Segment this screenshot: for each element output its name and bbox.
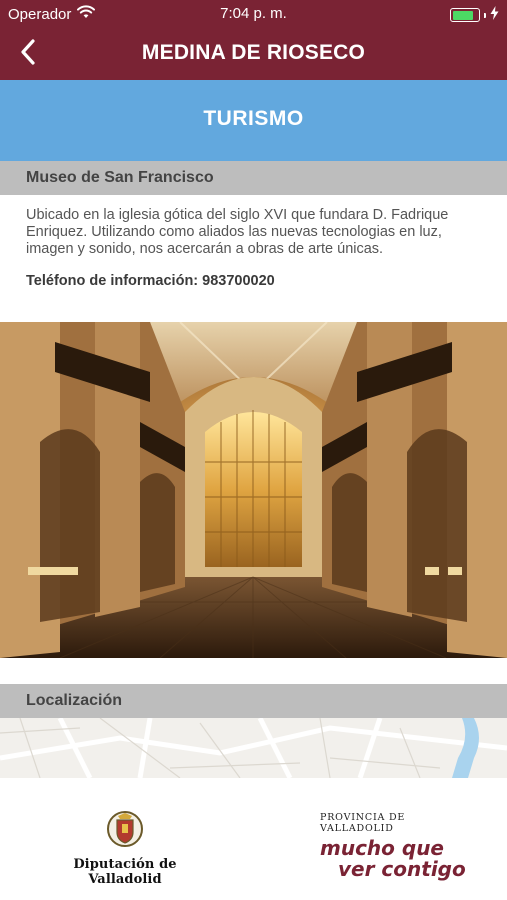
chevron-left-icon — [20, 38, 36, 70]
status-time: 7:04 p. m. — [220, 5, 287, 22]
footer: Diputación de Valladolid PROVINCIA DE VA… — [0, 778, 507, 900]
provincia-label: PROVINCIA DE VALLADOLID — [320, 812, 406, 834]
back-button[interactable] — [10, 36, 46, 72]
place-header: Museo de San Francisco — [0, 161, 507, 195]
location-header: Localización — [0, 684, 507, 718]
slogan: mucho que ver contigo — [320, 838, 480, 880]
battery-tip — [484, 12, 486, 18]
diputacion-logo: Diputación de Valladolid — [40, 810, 210, 887]
coat-of-arms-icon — [106, 811, 144, 852]
slogan-line-2: ver contigo — [338, 857, 466, 881]
status-right — [450, 6, 499, 24]
provincia-logo: PROVINCIA DE VALLADOLID mucho que ver co… — [320, 812, 480, 880]
section-banner: TURISMO — [0, 80, 507, 161]
location-map[interactable] — [0, 718, 507, 778]
phone-info[interactable]: Teléfono de información: 983700020 — [26, 273, 275, 289]
battery-icon — [450, 8, 480, 22]
section-title: TURISMO — [203, 107, 304, 130]
nav-bar: MEDINA DE RIOSECO — [0, 28, 507, 80]
page-title: MEDINA DE RIOSECO — [141, 41, 366, 64]
place-description: Ubicado en la iglesia gótica del siglo X… — [26, 207, 449, 257]
diputacion-label: Diputación de Valladolid — [73, 857, 177, 887]
status-bar: Operador 7:04 p. m. — [0, 0, 507, 28]
museum-photo — [0, 322, 507, 658]
battery-level — [452, 10, 473, 20]
charging-icon — [490, 6, 499, 24]
